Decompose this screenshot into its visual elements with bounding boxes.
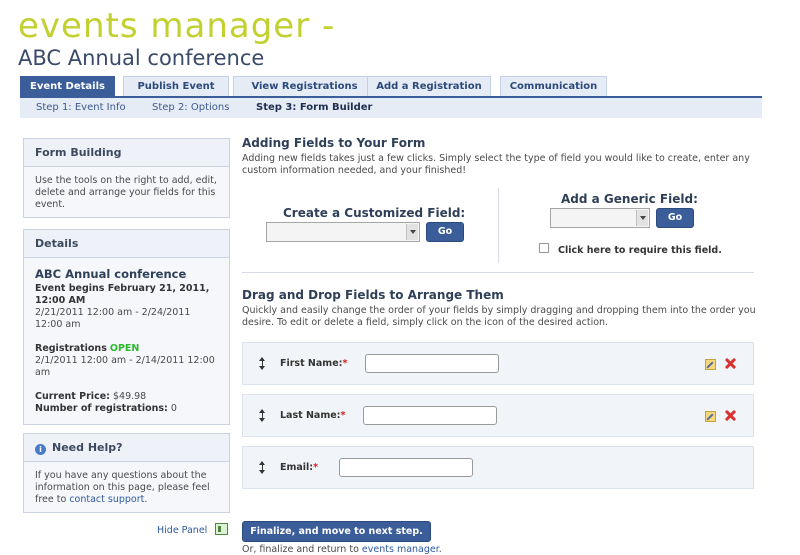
custom-field-go-button[interactable]: Go [426,222,464,242]
custom-field-title: Create a Customized Field: [283,206,466,220]
drag-handle-icon[interactable] [259,461,266,474]
drag-drop-description: Quickly and easily change the order of y… [242,305,756,328]
custom-field-select[interactable] [266,222,420,242]
return-text-prefix: Or, finalize and return to [242,544,359,555]
current-price-label: Current Price: [35,391,110,402]
step-nav: Step 1: Event Info Step 2: Options Step … [20,98,762,118]
num-registrations-label: Number of registrations: [35,403,168,414]
chevron-down-icon [406,224,418,240]
tab-event-details[interactable]: Event Details [20,76,115,96]
field-row-first-name[interactable]: First Name:* [242,342,754,385]
step-options[interactable]: Step 2: Options [152,98,229,118]
details-title: Details [24,230,229,258]
help-text-end: . [144,494,148,505]
help-panel: i Need Help? If you have any questions ab… [23,433,230,513]
adding-fields-title: Adding Fields to Your Form [242,136,426,150]
tab-add-registration[interactable]: Add a Registration [367,76,491,96]
generic-field-title: Add a Generic Field: [561,192,698,206]
form-building-panel: Form Building Use the tools on the right… [23,138,230,218]
email-label: Email:* [280,462,319,473]
details-panel: Details ABC Annual conference Event begi… [23,229,230,425]
chevron-down-icon [636,210,648,226]
help-body: If you have any questions about the info… [24,462,229,512]
hide-panel-icon[interactable] [215,523,228,535]
current-price: $49.98 [112,391,147,402]
event-begins: Event begins February 21, 2011, 12:00 AM [35,283,210,306]
step-event-info[interactable]: Step 1: Event Info [36,98,126,118]
adding-fields-description: Adding new fields takes just a few click… [242,153,750,176]
last-name-input[interactable] [363,406,497,425]
drag-handle-icon[interactable] [259,409,266,422]
drag-handle-icon[interactable] [259,357,266,370]
delete-icon[interactable] [723,408,737,422]
hide-panel-link[interactable]: Hide Panel [157,525,207,536]
edit-icon[interactable] [705,411,716,422]
vertical-divider [498,188,499,263]
help-title: Need Help? [52,441,123,454]
app-title: events manager - [18,6,336,46]
registration-date-range: 2/1/2011 12:00 am - 2/14/2011 12:00 am [35,355,215,378]
event-date-range: 2/21/2011 12:00 am - 2/24/2011 12:00 am [35,307,191,330]
finalize-next-step-button[interactable]: Finalize, and move to next step. [242,521,431,542]
details-body: ABC Annual conference Event begins Febru… [24,258,229,424]
first-name-input[interactable] [365,354,499,373]
contact-support-link[interactable]: contact support [69,494,144,505]
first-name-label: First Name:* [280,358,348,369]
return-text-end: . [438,544,442,555]
detail-event-title: ABC Annual conference [35,267,187,281]
event-name: ABC Annual conference [18,46,265,70]
generic-field-go-button[interactable]: Go [656,208,694,228]
step-form-builder[interactable]: Step 3: Form Builder [256,98,372,118]
edit-icon[interactable] [705,359,716,370]
registrations-label: Registrations [35,343,107,354]
tab-publish-event[interactable]: Publish Event [123,76,229,96]
tab-view-registrations[interactable]: View Registrations [233,76,376,96]
return-text: Or, finalize and return to events manage… [242,544,442,555]
email-input[interactable] [339,458,473,477]
field-row-email[interactable]: Email:* [242,446,754,489]
form-building-title: Form Building [24,139,229,167]
section-divider [242,272,754,273]
require-field-label: Click here to require this field. [558,245,722,256]
form-building-text: Use the tools on the right to add, edit,… [24,167,229,217]
field-row-last-name[interactable]: Last Name:* [242,394,754,437]
drag-drop-title: Drag and Drop Fields to Arrange Them [242,288,504,302]
delete-icon[interactable] [723,356,737,370]
tab-communication[interactable]: Communication [500,76,607,96]
generic-field-select[interactable] [550,208,650,228]
num-registrations: 0 [170,403,177,414]
require-field-checkbox[interactable] [539,243,549,253]
info-icon: i [35,444,46,455]
last-name-label: Last Name:* [280,410,346,421]
help-header: i Need Help? [24,434,229,462]
events-manager-link[interactable]: events manager [362,544,439,555]
registrations-status: OPEN [109,343,140,354]
